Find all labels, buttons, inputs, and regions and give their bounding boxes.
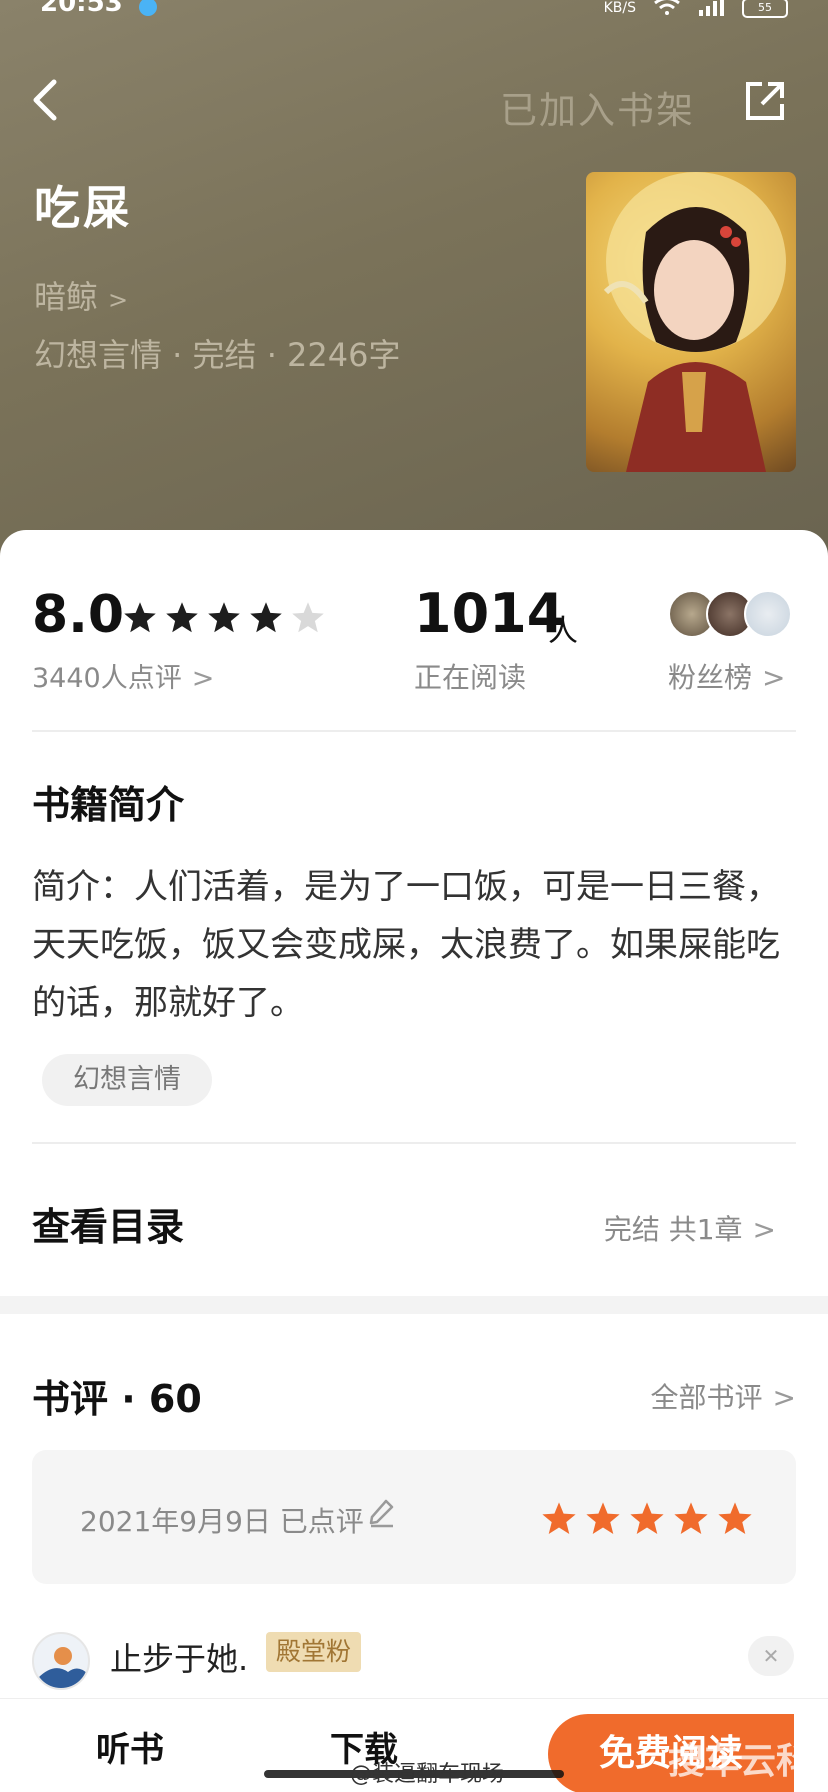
fan-avatars[interactable] xyxy=(668,590,798,640)
weibo-watermark: @装逼翻车现场 xyxy=(350,1762,505,1787)
star-empty-icon xyxy=(292,602,324,633)
book-meta: 幻想言情 · 完结 · 2246字 xyxy=(34,336,401,374)
status-bar: 20:53 KB/S 55 xyxy=(0,0,828,30)
chevron-right-icon: > xyxy=(772,1381,796,1414)
share-icon[interactable] xyxy=(742,78,788,124)
all-reviews-label: 全部书评 xyxy=(650,1381,763,1414)
toc-status: 完结 共1章 > xyxy=(604,1208,776,1248)
star-filled-icon xyxy=(208,602,240,633)
section-separator xyxy=(0,1296,828,1314)
chevron-right-icon: > xyxy=(191,663,215,694)
star-filled-icon[interactable] xyxy=(584,1500,622,1538)
notification-dot-icon xyxy=(139,0,157,16)
star-filled-icon xyxy=(166,602,198,633)
chevron-right-icon: > xyxy=(752,1213,776,1246)
review-count: 3440人点评 xyxy=(32,663,182,694)
status-time: 20:53 xyxy=(40,0,123,18)
readers-count: 1014 xyxy=(414,582,565,645)
book-detail-panel xyxy=(0,530,828,1792)
author-name: 暗鲸 xyxy=(34,278,99,316)
intro-title: 书籍简介 xyxy=(32,783,185,827)
intro-text: 简介：人们活着，是为了一口饭，可是一日三餐，天天吃饭，饭又会变成屎，太浪费了。如… xyxy=(32,867,780,1023)
toc-title: 查看目录 xyxy=(32,1205,185,1249)
reviewer-name[interactable]: 止步于她. xyxy=(110,1634,248,1680)
star-filled-icon xyxy=(250,602,282,633)
wifi-icon xyxy=(654,0,680,19)
my-rating-stars[interactable] xyxy=(540,1500,754,1538)
readers-unit: 人 xyxy=(548,614,578,649)
star-filled-icon[interactable] xyxy=(716,1500,754,1538)
added-to-shelf-label[interactable]: 已加入书架 xyxy=(500,80,695,134)
readers-label: 正在阅读 xyxy=(414,661,527,694)
fan-level-badge: 殿堂粉 xyxy=(266,1632,362,1672)
battery-icon: 55 xyxy=(742,0,788,18)
divider xyxy=(32,730,796,732)
close-icon[interactable]: ✕ xyxy=(748,1636,794,1676)
corner-watermark: 搜车云科 xyxy=(668,1741,813,1782)
my-review-date: 2021年9月9日 已点评 xyxy=(80,1505,364,1538)
rating-stars xyxy=(122,600,326,636)
toc-status-text: 完结 共1章 xyxy=(603,1213,743,1246)
back-icon[interactable] xyxy=(28,78,62,122)
chevron-right-icon: > xyxy=(762,661,786,694)
fan-ranking-label: 粉丝榜 xyxy=(668,661,753,694)
chevron-right-icon: > xyxy=(108,286,129,314)
star-filled-icon xyxy=(124,602,156,633)
author-link[interactable]: 暗鲸 > xyxy=(34,272,128,318)
reviews-title: 书评 · 60 xyxy=(32,1377,202,1421)
listen-button[interactable]: 听书 xyxy=(96,1722,164,1771)
divider xyxy=(32,1142,796,1144)
star-filled-icon[interactable] xyxy=(540,1500,578,1538)
reviewer-avatar[interactable] xyxy=(32,1632,90,1690)
fan-ranking-link[interactable]: 粉丝榜 > xyxy=(668,656,785,696)
genre-tag[interactable]: 幻想言情 xyxy=(42,1054,212,1106)
avatar xyxy=(744,590,792,638)
rating-score: 8.0 xyxy=(32,585,125,645)
book-cover-image[interactable] xyxy=(586,172,796,472)
star-filled-icon[interactable] xyxy=(628,1500,666,1538)
book-title: 吃屎 xyxy=(34,181,132,235)
edit-icon[interactable] xyxy=(368,1498,396,1528)
signal-icon xyxy=(698,0,724,20)
review-count-link[interactable]: 3440人点评 > xyxy=(32,656,214,695)
network-speed: KB/S xyxy=(603,0,636,16)
all-reviews-link[interactable]: 全部书评 > xyxy=(651,1376,796,1416)
star-filled-icon[interactable] xyxy=(672,1500,710,1538)
